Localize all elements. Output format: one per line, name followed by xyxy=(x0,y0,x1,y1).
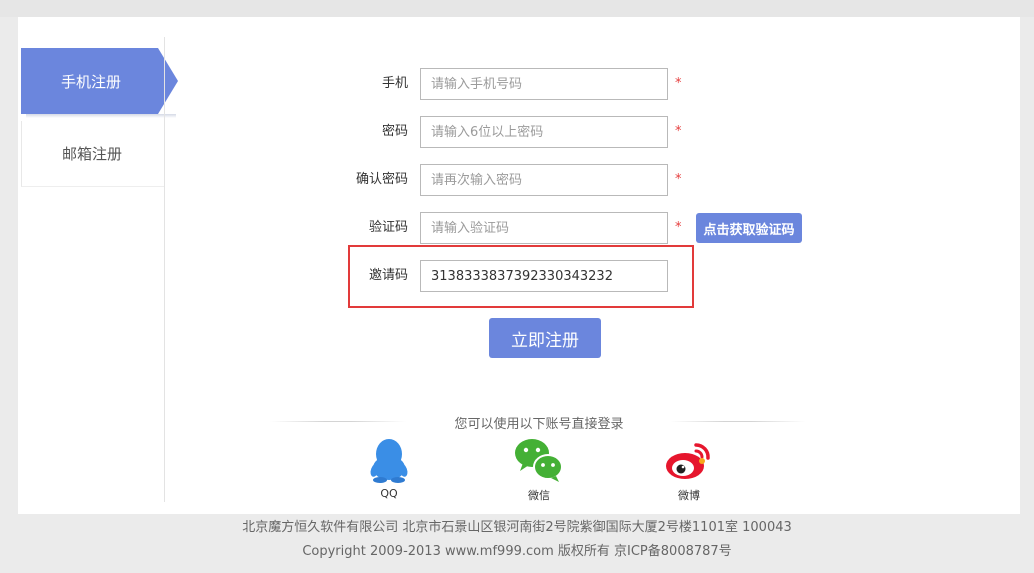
wechat-label: 微信 xyxy=(528,489,550,502)
phone-input[interactable] xyxy=(420,68,668,100)
password-label: 密码 xyxy=(381,124,408,139)
captcha-label: 验证码 xyxy=(368,220,408,235)
captcha-required-mark: * xyxy=(675,220,682,235)
footer-copyright: Copyright 2009-2013 www.mf999.com 版权所有 京… xyxy=(302,544,732,559)
wechat-icon xyxy=(515,439,563,482)
qq-icon xyxy=(370,439,408,483)
phone-label: 手机 xyxy=(381,76,408,91)
social-login-title: 您可以使用以下账号直接登录 xyxy=(454,417,624,432)
weibo-icon xyxy=(666,443,710,479)
confirm-password-label: 确认密码 xyxy=(355,172,408,187)
invite-code-label: 邀请码 xyxy=(368,268,408,283)
qq-login[interactable]: QQ xyxy=(349,437,429,500)
footer-company: 北京魔方恒久软件有限公司 北京市石景山区银河南街2号院紫御国际大厦2号楼1101… xyxy=(242,520,792,535)
phone-required-mark: * xyxy=(675,76,682,91)
top-strip xyxy=(0,0,1034,17)
qq-label: QQ xyxy=(380,487,398,500)
weibo-label: 微博 xyxy=(678,489,700,502)
invite-code-input[interactable] xyxy=(420,260,668,292)
password-required-mark: * xyxy=(675,124,682,139)
social-divider-right xyxy=(670,421,806,422)
password-input[interactable] xyxy=(420,116,668,148)
captcha-input[interactable] xyxy=(420,212,668,244)
register-card: 手机注册 邮箱注册 手机 * 密码 * 确认密码 * 验证码 * 点击获取验证码… xyxy=(18,17,1020,514)
social-divider-left xyxy=(270,421,406,422)
confirm-password-input[interactable] xyxy=(420,164,668,196)
confirm-password-required-mark: * xyxy=(675,172,682,187)
wechat-login[interactable]: 微信 xyxy=(499,437,579,503)
weibo-login[interactable]: 微博 xyxy=(649,437,729,503)
get-captcha-button[interactable]: 点击获取验证码 xyxy=(696,213,802,243)
register-submit-button[interactable]: 立即注册 xyxy=(489,318,601,358)
